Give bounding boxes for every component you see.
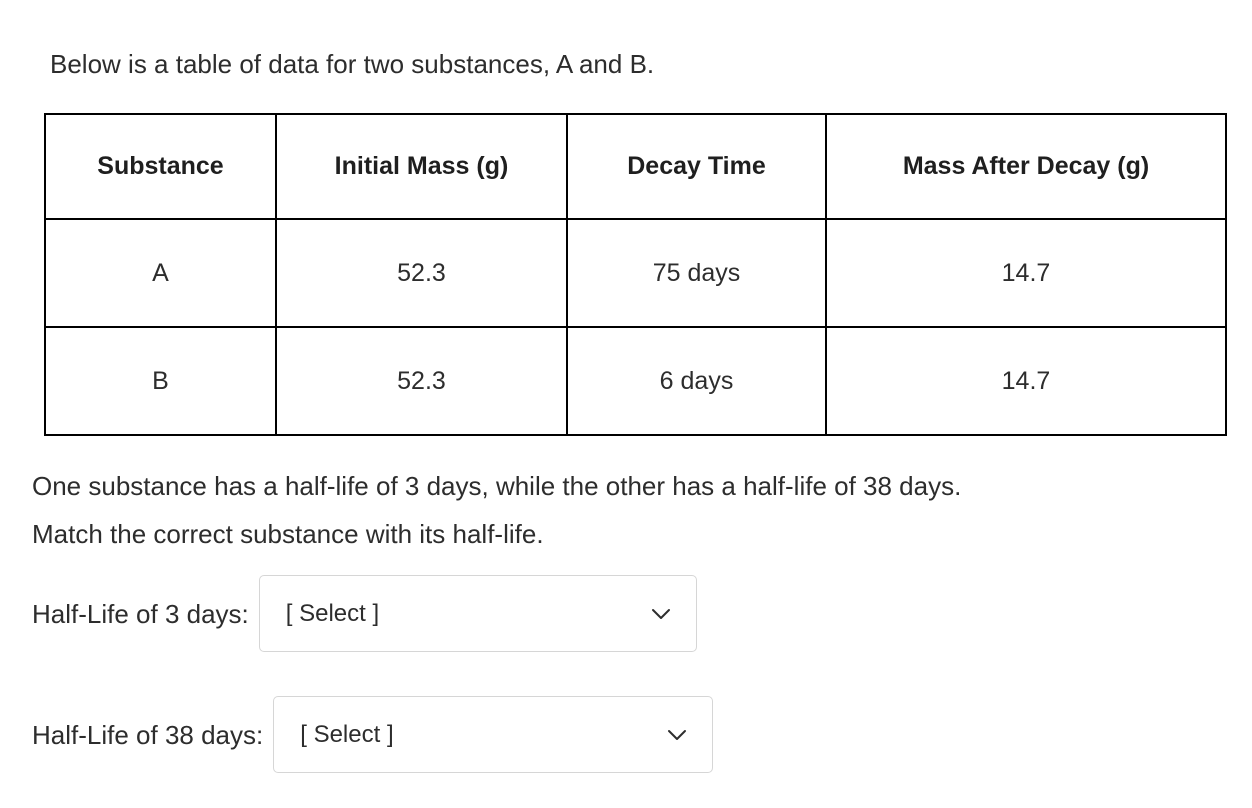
select-half-life-38-days[interactable]: [ Select ]: [273, 696, 714, 773]
cell-mass-after-decay: 14.7: [825, 326, 1227, 436]
label-half-life-38-days: Half-Life of 38 days:: [32, 719, 264, 750]
column-header-decay-time: Decay Time: [566, 113, 827, 220]
chevron-down-icon: [650, 603, 672, 625]
prompt-line-1: One substance has a half-life of 3 days,…: [32, 471, 962, 501]
cell-mass-after-decay: 14.7: [825, 218, 1227, 328]
prompt-line-2: Match the correct substance with its hal…: [32, 519, 544, 549]
chevron-down-icon: [666, 724, 688, 746]
table-header-row: Substance Initial Mass (g) Decay Time Ma…: [44, 113, 1227, 220]
table-body: A 52.3 75 days 14.7 B 52.3 6 days 14.7: [44, 218, 1227, 436]
table-row: B 52.3 6 days 14.7: [44, 326, 1227, 436]
question-page: Below is a table of data for two substan…: [0, 0, 1252, 808]
prompt-text: One substance has a half-life of 3 days,…: [32, 462, 1212, 558]
cell-substance: B: [44, 326, 277, 436]
substance-data-table: Substance Initial Mass (g) Decay Time Ma…: [44, 113, 1227, 436]
table-row: A 52.3 75 days 14.7: [44, 218, 1227, 328]
cell-initial-mass: 52.3: [275, 326, 568, 436]
cell-substance: A: [44, 218, 277, 328]
column-header-mass-after-decay: Mass After Decay (g): [825, 113, 1227, 220]
label-half-life-3-days: Half-Life of 3 days:: [32, 598, 249, 629]
table-header: Substance Initial Mass (g) Decay Time Ma…: [44, 113, 1227, 220]
column-header-initial-mass: Initial Mass (g): [275, 113, 568, 220]
cell-decay-time: 75 days: [566, 218, 827, 328]
match-row-3-days: Half-Life of 3 days: [ Select ]: [32, 575, 697, 652]
select-value-half-life-38-days: [ Select ]: [300, 720, 394, 748]
column-header-substance: Substance: [44, 113, 277, 220]
cell-decay-time: 6 days: [566, 326, 827, 436]
match-row-38-days: Half-Life of 38 days: [ Select ]: [32, 696, 714, 773]
select-half-life-3-days[interactable]: [ Select ]: [258, 575, 697, 652]
cell-initial-mass: 52.3: [275, 218, 568, 328]
select-value-half-life-3-days: [ Select ]: [285, 599, 380, 627]
intro-text: Below is a table of data for two substan…: [50, 49, 655, 79]
